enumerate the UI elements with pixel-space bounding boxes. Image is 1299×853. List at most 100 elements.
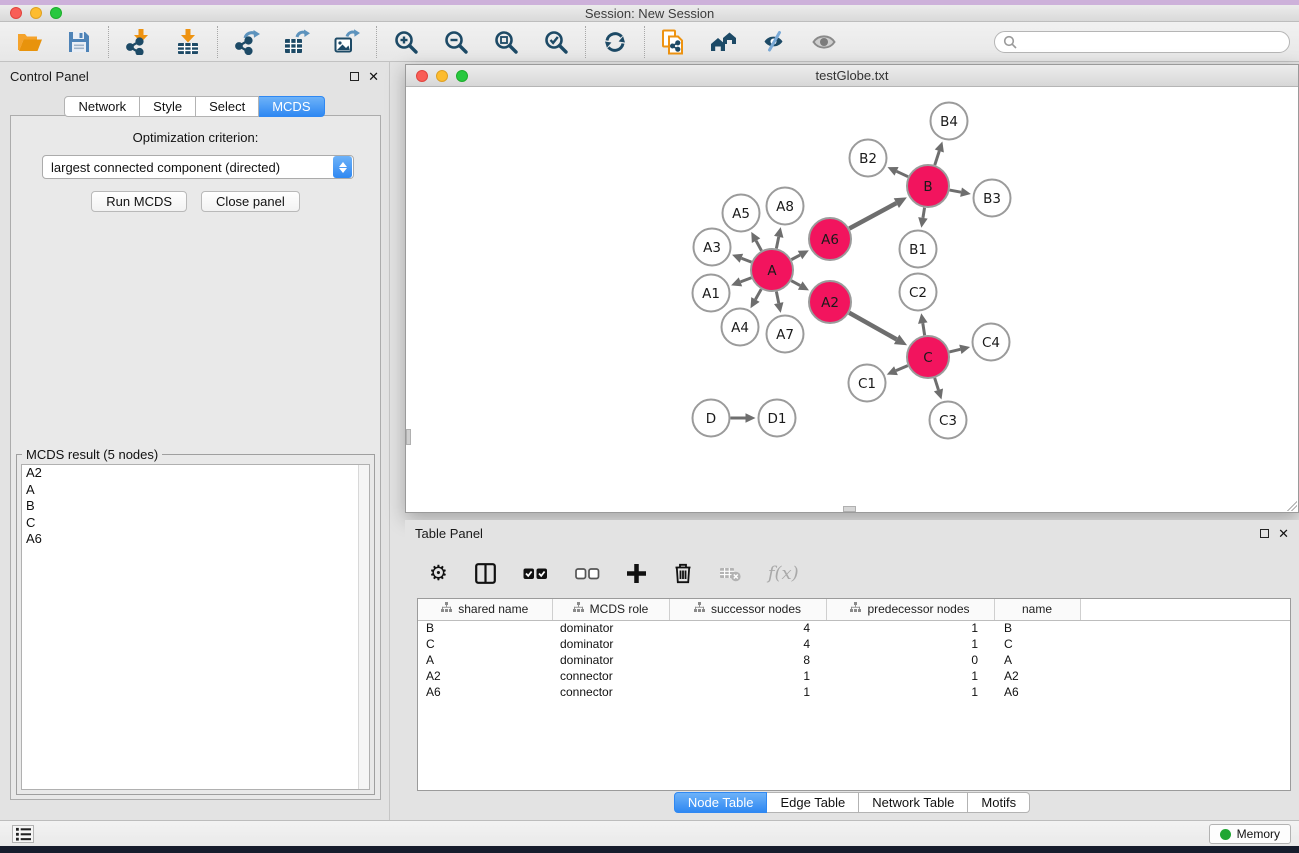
run-mcds-button[interactable]: Run MCDS	[91, 191, 187, 212]
close-panel-icon[interactable]: ✕	[368, 70, 379, 83]
table-float-panel-icon[interactable]	[1260, 529, 1269, 538]
graph-edge-arrow	[918, 217, 927, 228]
column-header[interactable]: successor nodes	[669, 599, 826, 620]
show-all-icon[interactable]	[809, 27, 839, 57]
export-network-icon[interactable]	[232, 27, 262, 57]
graph-edge-B-B3[interactable]	[950, 190, 961, 192]
zoom-in-icon[interactable]	[391, 27, 421, 57]
tab-edge-table[interactable]: Edge Table	[767, 792, 859, 813]
table-settings-icon[interactable]: ⚙	[429, 561, 448, 586]
mcds-result-item[interactable]: C	[22, 515, 369, 532]
result-scrollbar[interactable]	[358, 465, 369, 789]
table-panel: Table Panel ✕ ⚙	[405, 520, 1299, 816]
import-network-icon[interactable]	[123, 27, 153, 57]
graph-edge-A6-B[interactable]	[849, 203, 896, 228]
zoom-out-icon[interactable]	[441, 27, 471, 57]
network-window-titlebar[interactable]: testGlobe.txt	[406, 65, 1298, 87]
home-view-icon[interactable]	[709, 27, 739, 57]
mcds-result-title: MCDS result (5 nodes)	[22, 447, 162, 462]
network-graph[interactable]: B4B2BB3A8A5A6A3B1AC2A1A2A4A7C4CC1C3DD1	[406, 87, 1298, 512]
graph-edge-A-A3[interactable]	[741, 258, 751, 262]
graph-edge-C-C2[interactable]	[923, 323, 925, 335]
export-table-icon[interactable]	[282, 27, 312, 57]
table-row[interactable]: A6connector11A6	[418, 684, 1290, 700]
column-header[interactable]: MCDS role	[552, 599, 669, 620]
graph-edge-C-C4[interactable]	[949, 349, 960, 352]
graph-edge-C-C1[interactable]	[896, 366, 908, 371]
graph-edge-B-B1[interactable]	[923, 208, 925, 218]
add-row-icon[interactable]	[627, 564, 646, 583]
node-table[interactable]: shared nameMCDS rolesuccessor nodesprede…	[417, 598, 1291, 791]
graph-node-label: C2	[909, 285, 927, 301]
select-stepper-icon	[333, 156, 352, 178]
graph-edge-C-C3[interactable]	[935, 378, 939, 390]
graph-edge-A-A6[interactable]	[791, 255, 800, 260]
save-session-icon[interactable]	[64, 27, 94, 57]
memory-button[interactable]: Memory	[1209, 824, 1291, 844]
task-history-button[interactable]	[12, 825, 34, 843]
graph-node-label: B1	[909, 242, 927, 258]
deselect-all-rows-icon[interactable]	[575, 566, 600, 581]
graph-edge-A-A2[interactable]	[791, 281, 800, 286]
graph-edge-A-A4[interactable]	[755, 289, 761, 299]
sort-hierarchy-icon	[441, 602, 452, 616]
optimization-criterion-label: Optimization criterion:	[11, 130, 380, 145]
float-panel-icon[interactable]	[350, 72, 359, 81]
column-layout-icon[interactable]	[475, 563, 496, 584]
graph-node-label: C1	[858, 376, 876, 392]
import-table-icon[interactable]	[173, 27, 203, 57]
zoom-selected-icon[interactable]	[541, 27, 571, 57]
tab-node-table[interactable]: Node Table	[674, 792, 768, 813]
tab-motifs[interactable]: Motifs	[968, 792, 1030, 813]
clone-network-icon[interactable]	[659, 27, 689, 57]
memory-status-icon	[1220, 829, 1231, 840]
graph-edge-arrow	[774, 302, 783, 313]
refresh-layout-icon[interactable]	[600, 27, 630, 57]
mcds-result-item[interactable]: A2	[22, 465, 369, 482]
graph-edge-A2-C[interactable]	[849, 313, 896, 340]
canvas-left-scrollthumb[interactable]	[406, 429, 411, 445]
graph-node-label: C4	[982, 335, 1000, 351]
application-window: Session: New Session	[0, 0, 1299, 853]
table-row[interactable]: Adominator80A	[418, 652, 1290, 668]
hide-selected-icon[interactable]	[759, 27, 789, 57]
canvas-bottom-scrollthumb[interactable]	[843, 506, 856, 512]
graph-edge-A-A8[interactable]	[776, 237, 778, 249]
table-close-panel-icon[interactable]: ✕	[1278, 527, 1289, 540]
table-row[interactable]: Cdominator41C	[418, 636, 1290, 652]
network-canvas[interactable]: B4B2BB3A8A5A6A3B1AC2A1A2A4A7C4CC1C3DD1	[406, 87, 1298, 512]
column-header[interactable]: predecessor nodes	[826, 599, 994, 620]
mcds-result-item[interactable]: A6	[22, 531, 369, 548]
graph-edge-A-A1[interactable]	[740, 278, 751, 282]
search-field[interactable]	[994, 31, 1290, 53]
column-header[interactable]: shared name	[418, 599, 552, 620]
criterion-selected-value: largest connected component (directed)	[43, 160, 333, 175]
main-titlebar: Session: New Session	[0, 5, 1299, 22]
criterion-select[interactable]: largest connected component (directed)	[42, 155, 354, 179]
search-input[interactable]	[1022, 34, 1289, 50]
graph-node-label: A3	[703, 240, 721, 256]
zoom-fit-icon[interactable]	[491, 27, 521, 57]
table-row[interactable]: Bdominator41B	[418, 620, 1290, 636]
tab-network[interactable]: Network	[64, 96, 140, 117]
graph-edge-arrow	[918, 313, 927, 324]
graph-edge-B-B4[interactable]	[935, 151, 940, 165]
tab-select[interactable]: Select	[196, 96, 259, 117]
mcds-result-item[interactable]: A	[22, 482, 369, 499]
graph-edge-B-B2[interactable]	[897, 171, 909, 176]
tab-style[interactable]: Style	[140, 96, 196, 117]
table-row[interactable]: A2connector11A2	[418, 668, 1290, 684]
delete-row-icon[interactable]	[673, 562, 693, 584]
graph-edge-A-A7[interactable]	[776, 292, 778, 304]
export-image-icon[interactable]	[332, 27, 362, 57]
select-all-rows-icon[interactable]	[523, 566, 548, 581]
graph-edge-A-A5[interactable]	[756, 241, 761, 251]
mcds-result-item[interactable]: B	[22, 498, 369, 515]
close-panel-button[interactable]: Close panel	[201, 191, 300, 212]
tab-mcds[interactable]: MCDS	[259, 96, 324, 117]
open-file-icon[interactable]	[14, 27, 44, 57]
column-header[interactable]: name	[994, 599, 1080, 620]
window-resize-grip[interactable]	[1287, 501, 1297, 511]
mcds-result-list[interactable]: A2ABCA6	[21, 464, 370, 790]
tab-network-table[interactable]: Network Table	[859, 792, 968, 813]
